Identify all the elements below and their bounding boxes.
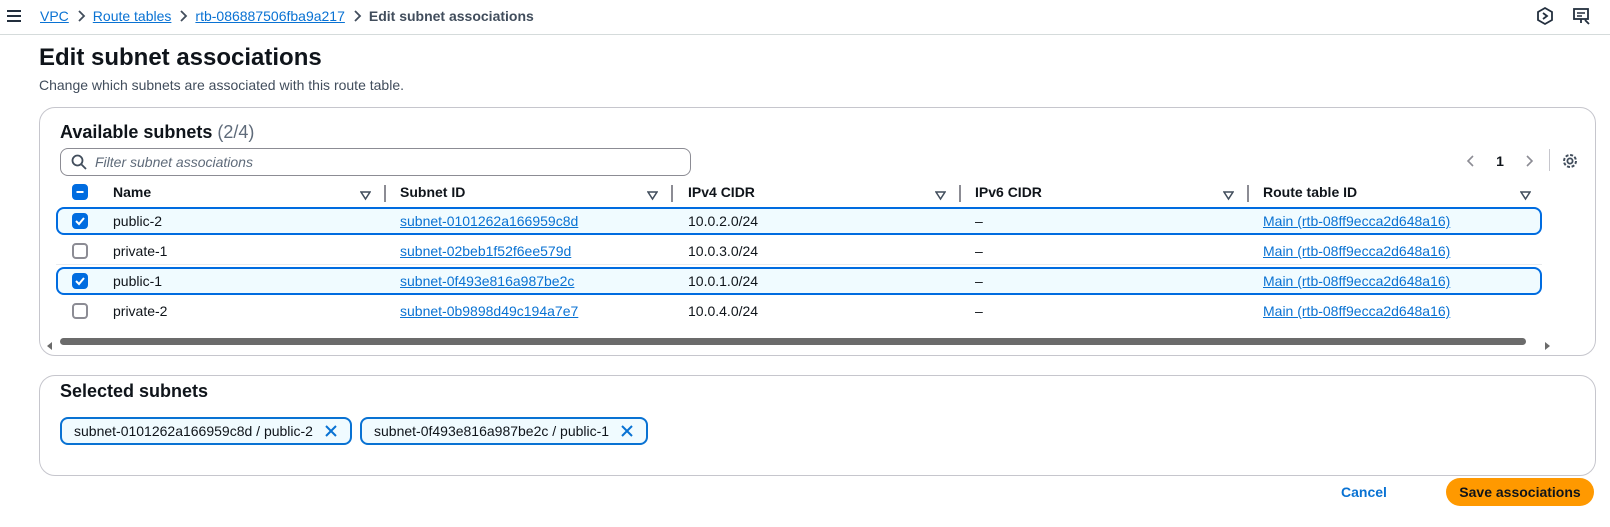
menu-icon[interactable] xyxy=(6,7,24,25)
selected-subnet-token: subnet-0101262a166959c8d / public-2 xyxy=(60,417,352,445)
horizontal-scrollbar[interactable] xyxy=(46,336,1591,350)
available-subnets-heading: Available subnets (2/4) xyxy=(60,122,254,143)
selected-subnets-panel: Selected subnets subnet-0101262a166959c8… xyxy=(39,375,1596,476)
column-header-ipv6-cidr: IPv6 CIDR xyxy=(975,184,1042,200)
selected-subnets-title: Selected subnets xyxy=(60,381,209,401)
select-all-checkbox[interactable] xyxy=(72,184,88,200)
breadcrumb-vpc[interactable]: VPC xyxy=(40,8,69,24)
help-info-icon[interactable] xyxy=(1535,6,1555,26)
row-checkbox[interactable] xyxy=(72,273,88,289)
cancel-button[interactable]: Cancel xyxy=(1334,482,1394,502)
gear-icon[interactable] xyxy=(1561,152,1579,170)
page-title: Edit subnet associations xyxy=(39,44,322,71)
ipv4-cidr: 10.0.3.0/24 xyxy=(688,243,759,259)
available-subnets-title: Available subnets xyxy=(60,122,213,142)
row-checkbox[interactable] xyxy=(72,213,88,229)
sort-icon[interactable] xyxy=(934,188,947,201)
breadcrumb-route-table-id[interactable]: rtb-086887506fba9a217 xyxy=(195,8,344,24)
column-header-ipv4-cidr: IPv4 CIDR xyxy=(688,184,755,200)
save-associations-button[interactable]: Save associations xyxy=(1446,478,1594,506)
page-description: Change which subnets are associated with… xyxy=(39,77,404,93)
chevron-right-icon xyxy=(171,10,195,22)
route-table-link[interactable]: Main (rtb-08ff9ecca2d648a16) xyxy=(1263,213,1450,229)
column-header-subnet-id: Subnet ID xyxy=(400,184,466,200)
ipv4-cidr: 10.0.4.0/24 xyxy=(688,303,759,319)
table-row[interactable]: public-2 subnet-0101262a166959c8d 10.0.2… xyxy=(56,207,1542,235)
table-row[interactable]: private-2 subnet-0b9898d49c194a7e7 10.0.… xyxy=(56,297,1542,325)
selection-count: (2/4) xyxy=(217,122,255,142)
token-label: subnet-0f493e816a987be2c / public-1 xyxy=(374,423,610,439)
subnet-id-link[interactable]: subnet-0101262a166959c8d xyxy=(400,213,578,229)
row-checkbox[interactable] xyxy=(72,303,88,319)
ipv6-cidr: – xyxy=(975,213,983,229)
sort-icon[interactable] xyxy=(646,188,659,201)
next-page-icon[interactable] xyxy=(1521,152,1537,170)
subnet-name: public-2 xyxy=(113,213,163,229)
column-resizer[interactable] xyxy=(1247,185,1249,202)
filter-subnets-field[interactable] xyxy=(60,148,691,176)
sort-icon[interactable] xyxy=(1222,188,1235,201)
route-table-link[interactable]: Main (rtb-08ff9ecca2d648a16) xyxy=(1263,243,1450,259)
ipv4-cidr: 10.0.1.0/24 xyxy=(688,273,759,289)
ipv4-cidr: 10.0.2.0/24 xyxy=(688,213,759,229)
chevron-right-icon xyxy=(69,10,93,22)
column-resizer[interactable] xyxy=(384,185,386,202)
subnet-name: private-1 xyxy=(113,243,168,259)
subnet-name: private-2 xyxy=(113,303,168,319)
available-subnets-panel: Available subnets (2/4) 1 Name xyxy=(39,107,1596,356)
table-row[interactable]: public-1 subnet-0f493e816a987be2c 10.0.1… xyxy=(56,267,1542,295)
sort-icon[interactable] xyxy=(359,188,372,201)
subnet-name: public-1 xyxy=(113,273,163,289)
route-table-link[interactable]: Main (rtb-08ff9ecca2d648a16) xyxy=(1263,273,1450,289)
close-icon[interactable] xyxy=(619,423,635,439)
chevron-right-icon xyxy=(345,10,369,22)
column-resizer[interactable] xyxy=(959,185,961,202)
ipv6-cidr: – xyxy=(975,273,983,289)
filter-subnets-input[interactable] xyxy=(95,152,685,172)
top-navigation-bar: VPC Route tables rtb-086887506fba9a217 E… xyxy=(0,0,1610,35)
current-page-number[interactable]: 1 xyxy=(1493,153,1507,169)
route-table-link[interactable]: Main (rtb-08ff9ecca2d648a16) xyxy=(1263,303,1450,319)
breadcrumb-current: Edit subnet associations xyxy=(368,8,534,24)
column-resizer[interactable] xyxy=(671,185,673,202)
table-row[interactable]: private-1 subnet-02beb1f52f6ee579d 10.0.… xyxy=(56,237,1542,265)
breadcrumb-route-tables[interactable]: Route tables xyxy=(93,8,172,24)
sort-icon[interactable] xyxy=(1519,188,1532,201)
subnet-id-link[interactable]: subnet-0b9898d49c194a7e7 xyxy=(400,303,578,319)
column-header-route-table-id: Route table ID xyxy=(1263,184,1358,200)
scroll-right-icon[interactable] xyxy=(1543,337,1551,350)
selected-subnet-token: subnet-0f493e816a987be2c / public-1 xyxy=(360,417,648,445)
previous-page-icon[interactable] xyxy=(1463,152,1479,170)
breadcrumb: VPC Route tables rtb-086887506fba9a217 E… xyxy=(40,8,534,24)
ipv6-cidr: – xyxy=(975,243,983,259)
close-icon[interactable] xyxy=(323,423,339,439)
scroll-left-icon[interactable] xyxy=(46,337,54,350)
column-header-name: Name xyxy=(113,184,152,200)
scrollbar-thumb[interactable] xyxy=(60,338,1526,345)
subnet-id-link[interactable]: subnet-02beb1f52f6ee579d xyxy=(400,243,571,259)
ipv6-cidr: – xyxy=(975,303,983,319)
row-checkbox[interactable] xyxy=(72,243,88,259)
feedback-icon[interactable] xyxy=(1572,6,1592,26)
pager-divider xyxy=(1549,149,1550,171)
search-icon xyxy=(71,154,87,170)
subnet-id-link[interactable]: subnet-0f493e816a987be2c xyxy=(400,273,574,289)
pagination: 1 xyxy=(1463,152,1537,170)
table-header: Name Subnet ID IPv4 CIDR IPv6 CIDR Route… xyxy=(40,180,1595,208)
token-label: subnet-0101262a166959c8d / public-2 xyxy=(74,423,313,439)
